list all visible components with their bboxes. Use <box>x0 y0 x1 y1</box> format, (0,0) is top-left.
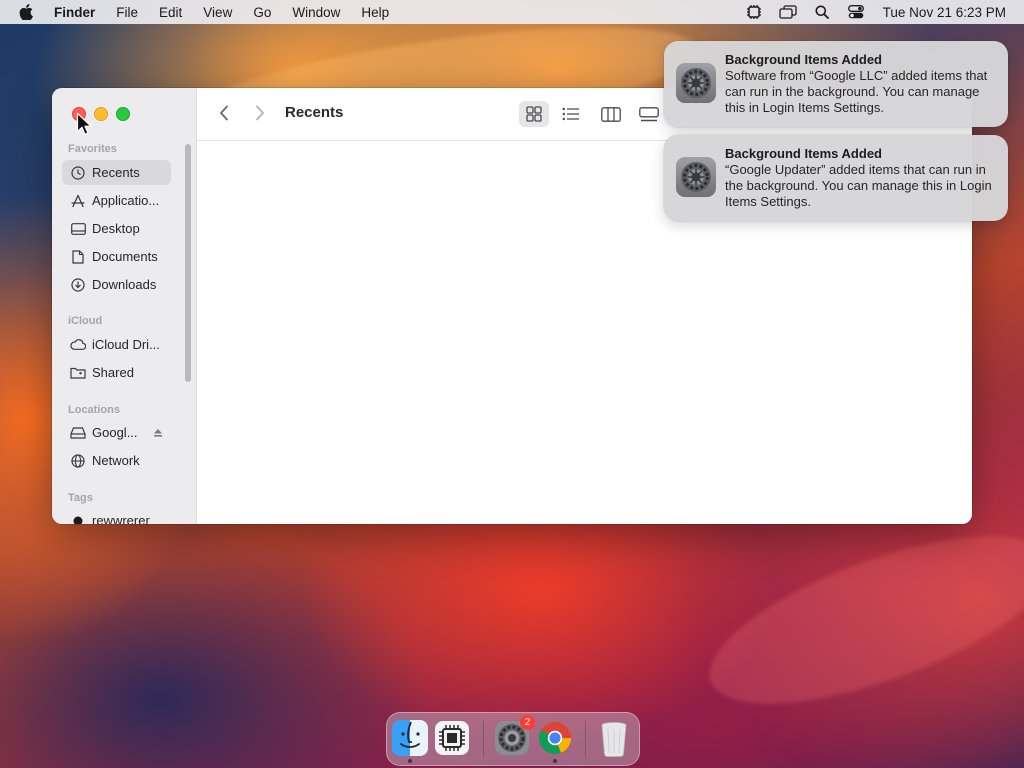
menu-app-name[interactable]: Finder <box>54 5 95 20</box>
dock-finder-icon[interactable] <box>390 718 430 758</box>
columns-icon <box>601 106 621 122</box>
tag-dot-icon <box>70 513 86 524</box>
menu-clock[interactable]: Tue Nov 21 6:23 PM <box>883 5 1006 20</box>
sidebar-item-downloads[interactable]: Downloads <box>62 272 171 297</box>
drive-icon <box>70 425 86 441</box>
dock-running-indicator <box>553 759 557 763</box>
dock-chrome-icon[interactable] <box>535 718 575 758</box>
clock-icon <box>70 165 86 181</box>
dock-running-indicator <box>408 759 412 763</box>
sidebar-item-icloud-drive[interactable]: iCloud Dri... <box>62 332 171 357</box>
spotlight-search-icon[interactable] <box>813 4 831 20</box>
sidebar-item-label: Applicatio... <box>92 193 160 208</box>
notification-background-items-2[interactable]: Background Items Added “Google Updater” … <box>664 135 1008 221</box>
sidebar-item-google-drive[interactable]: Googl... <box>62 420 171 445</box>
grid-icon <box>526 106 542 122</box>
desktop-icon <box>70 221 86 237</box>
back-chevron-icon[interactable] <box>219 105 229 126</box>
sidebar-item-applications[interactable]: Applicatio... <box>62 188 171 213</box>
window-title: Recents <box>285 104 344 121</box>
sidebar-section-favorites: Favorites <box>68 143 117 155</box>
sidebar-item-tag[interactable]: rewwrerer <box>62 508 171 524</box>
icon-view-button[interactable] <box>519 101 549 127</box>
sidebar-item-recents[interactable]: Recents <box>62 160 171 185</box>
system-settings-gear-icon <box>676 157 716 197</box>
download-icon <box>70 277 86 293</box>
sidebar-item-label: Downloads <box>92 277 157 292</box>
dock-separator <box>585 721 586 757</box>
sidebar-item-shared[interactable]: Shared <box>62 360 171 385</box>
system-settings-gear-icon <box>676 63 716 103</box>
gallery-view-button[interactable] <box>634 101 664 127</box>
applications-icon <box>70 193 86 209</box>
wallpaper-wave <box>690 502 1024 738</box>
eject-icon[interactable] <box>153 426 163 441</box>
menu-bar: Finder File Edit View Go Window Help Tue… <box>0 0 1024 24</box>
dock-trash-icon[interactable] <box>594 718 634 758</box>
dock-separator <box>483 721 484 757</box>
sidebar-scrollbar[interactable] <box>185 144 191 382</box>
sidebar-section-locations: Locations <box>68 404 120 416</box>
sidebar-item-label: Shared <box>92 365 134 380</box>
sidebar-item-label: Network <box>92 453 140 468</box>
menu-window[interactable]: Window <box>292 5 340 20</box>
sidebar-section-tags: Tags <box>68 492 93 504</box>
sidebar-item-label: Recents <box>92 165 140 180</box>
sidebar-item-label: Documents <box>92 249 158 264</box>
sidebar-item-desktop[interactable]: Desktop <box>62 216 171 241</box>
menu-go[interactable]: Go <box>253 5 271 20</box>
notification-badge: 2 <box>520 715 535 730</box>
sidebar-item-network[interactable]: Network <box>62 448 171 473</box>
shared-folder-icon <box>70 365 86 381</box>
column-view-button[interactable] <box>596 101 626 127</box>
gallery-icon <box>639 106 659 121</box>
apple-menu-icon[interactable] <box>18 4 34 20</box>
dock-chip-app-icon[interactable] <box>432 718 472 758</box>
control-center-icon[interactable] <box>847 4 865 20</box>
menu-view[interactable]: View <box>203 5 232 20</box>
dock: 2 <box>386 712 640 766</box>
sidebar-item-label: Googl... <box>92 425 138 440</box>
menu-edit[interactable]: Edit <box>159 5 182 20</box>
notification-body: Software from “Google LLC” added items t… <box>725 68 988 115</box>
dock-system-settings-icon[interactable]: 2 <box>492 715 535 758</box>
globe-icon <box>70 453 86 469</box>
list-icon <box>562 107 579 121</box>
list-view-button[interactable] <box>556 101 586 127</box>
sidebar-item-documents[interactable]: Documents <box>62 244 171 269</box>
forward-chevron-icon[interactable] <box>255 105 265 126</box>
sidebar-section-icloud: iCloud <box>68 315 103 327</box>
mouse-cursor-icon <box>76 112 92 141</box>
window-zoom-button[interactable] <box>116 107 130 121</box>
screen-mirroring-icon[interactable] <box>779 4 797 20</box>
menu-help[interactable]: Help <box>361 5 389 20</box>
finder-sidebar: Favorites Recents Applicatio... Desktop … <box>52 88 196 524</box>
cloud-icon <box>70 337 86 353</box>
sidebar-item-label: Desktop <box>92 221 140 236</box>
window-minimize-button[interactable] <box>94 107 108 121</box>
notification-title: Background Items Added <box>725 52 882 67</box>
sidebar-item-label: iCloud Dri... <box>92 337 160 352</box>
chip-status-icon[interactable] <box>745 4 763 20</box>
notification-body: “Google Updater” added items that can ru… <box>725 162 992 209</box>
notification-background-items-1[interactable]: Background Items Added Software from “Go… <box>664 41 1008 127</box>
sidebar-item-label: rewwrerer <box>92 513 150 524</box>
menu-file[interactable]: File <box>116 5 138 20</box>
notification-title: Background Items Added <box>725 146 882 161</box>
document-icon <box>70 249 86 265</box>
